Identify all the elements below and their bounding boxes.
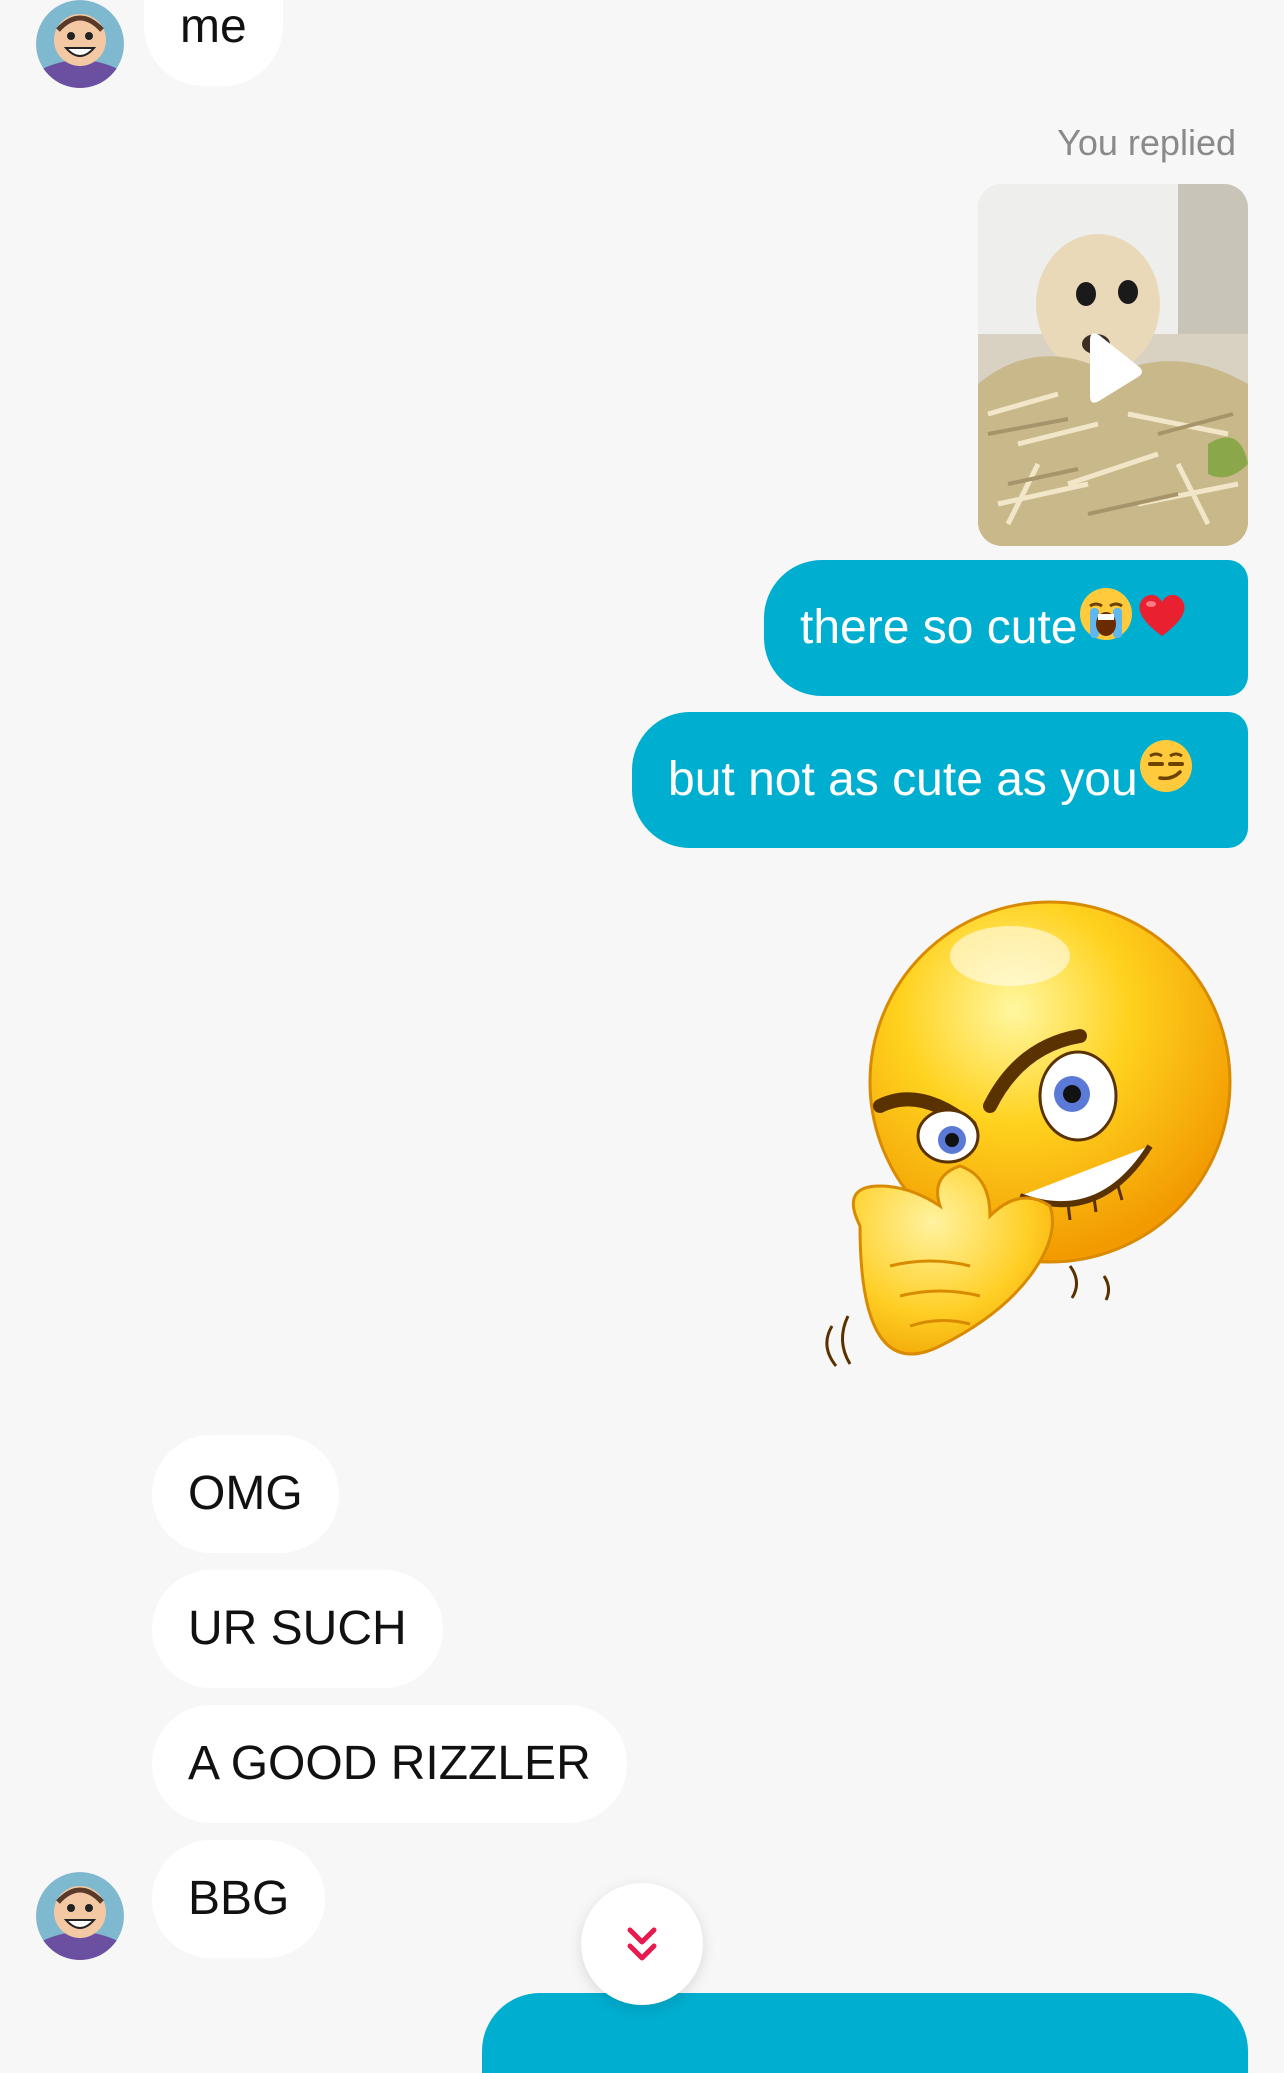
message-text: OMG <box>188 1467 303 1520</box>
red-heart-icon <box>1134 559 1190 695</box>
play-icon[interactable] <box>978 184 1248 546</box>
double-chevron-down-icon <box>627 1927 657 1961</box>
message-text: A GOOD RIZZLER <box>188 1737 591 1790</box>
outgoing-message-2[interactable]: but not as cute as you <box>632 712 1248 848</box>
incoming-message-me[interactable]: me <box>144 0 283 86</box>
cartoon-avatar-icon <box>36 1872 124 1960</box>
message-text: there so cute <box>800 601 1078 654</box>
incoming-message-a-good-rizzler[interactable]: A GOOD RIZZLER <box>152 1705 627 1823</box>
cartoon-avatar-icon <box>36 0 124 88</box>
incoming-message-ur-such[interactable]: UR SUCH <box>152 1570 443 1688</box>
incoming-message-omg[interactable]: OMG <box>152 1435 339 1553</box>
smirking-rubbing-hands-emoji-sticker[interactable] <box>820 886 1240 1386</box>
message-text: but not as cute as you <box>668 753 1138 806</box>
message-text: BBG <box>188 1872 290 1925</box>
you-replied-label: You replied <box>1057 122 1236 163</box>
message-text: me <box>180 0 247 53</box>
incoming-message-bbg[interactable]: BBG <box>152 1840 326 1958</box>
outgoing-message-1[interactable]: there so cute <box>764 560 1248 696</box>
message-text: UR SUCH <box>188 1602 407 1655</box>
contact-avatar[interactable] <box>36 0 124 88</box>
scroll-to-bottom-button[interactable] <box>581 1883 703 2005</box>
replied-video-thumbnail[interactable] <box>978 184 1248 546</box>
loudly-crying-face-icon <box>1078 559 1134 695</box>
smirking-face-icon <box>1138 711 1194 847</box>
outgoing-message-partial[interactable] <box>482 1993 1248 2073</box>
contact-avatar[interactable] <box>36 1872 124 1960</box>
